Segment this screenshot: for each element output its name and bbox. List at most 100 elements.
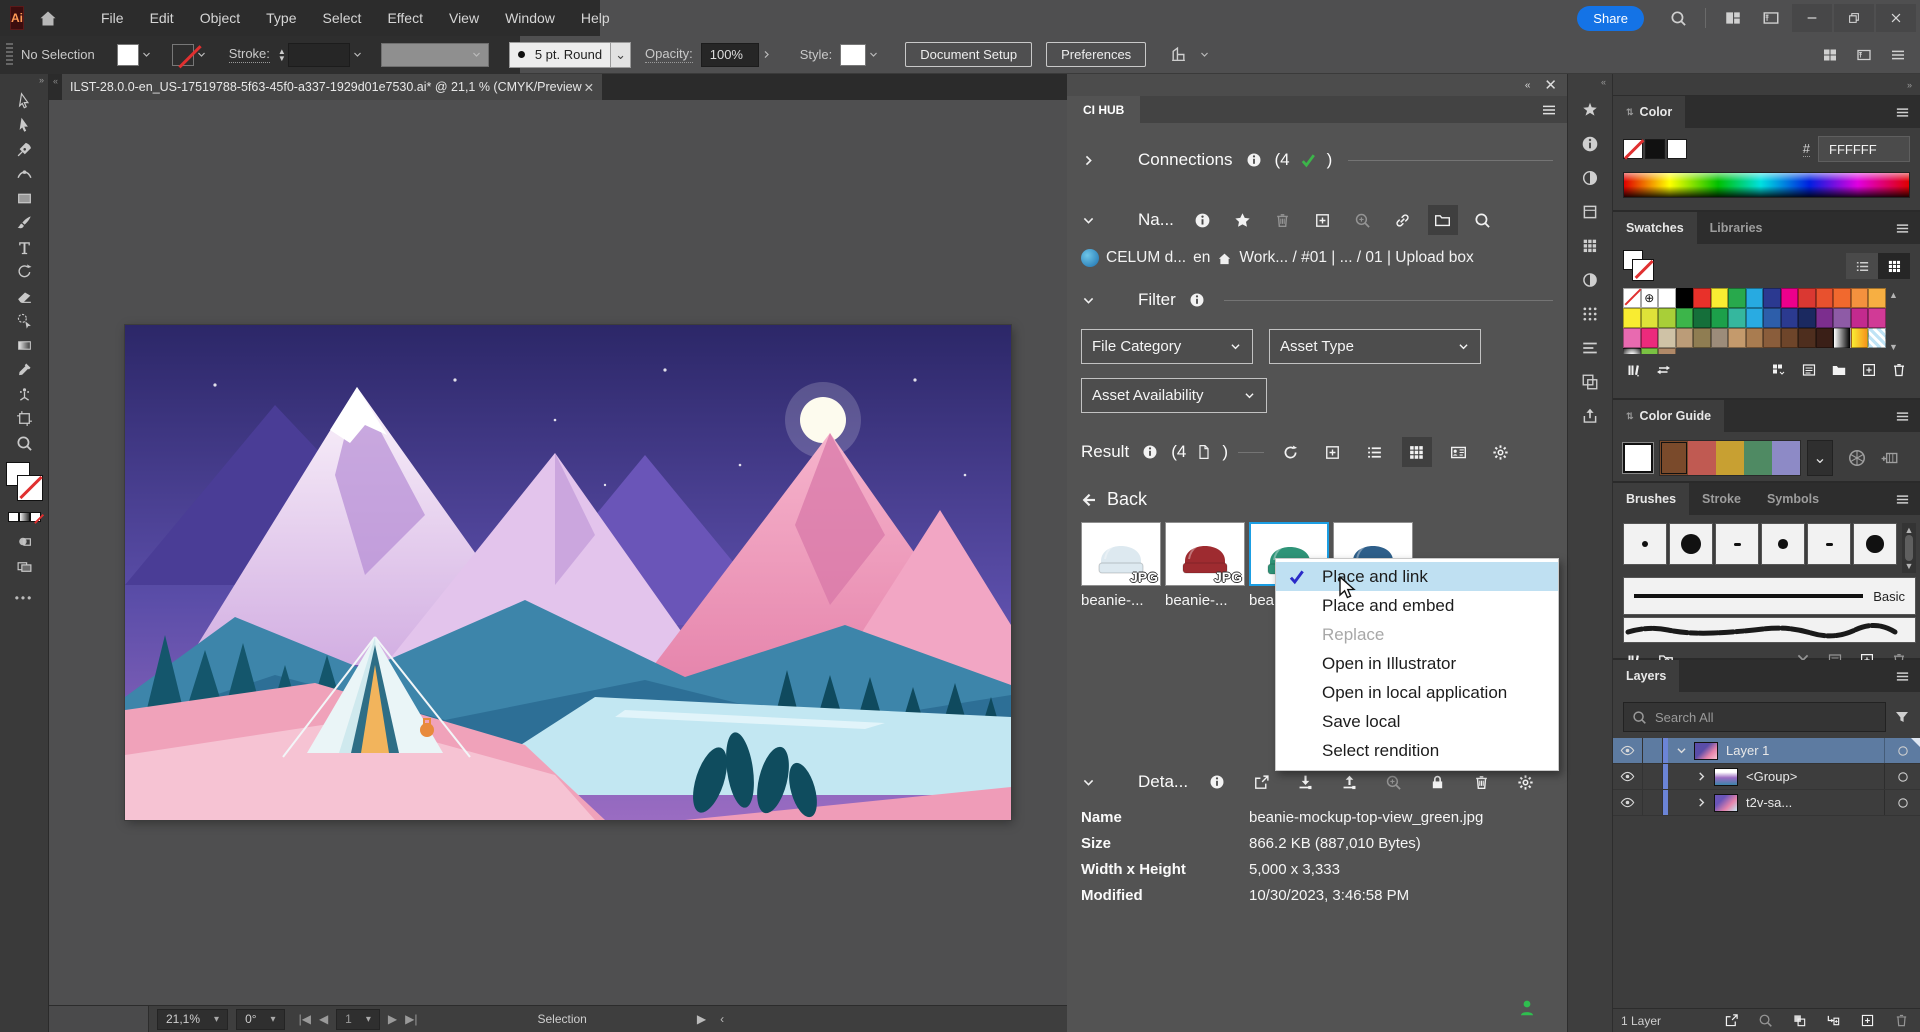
swatch[interactable] [1746, 308, 1764, 328]
filter-funnel-icon[interactable] [1894, 709, 1910, 725]
menu-object[interactable]: Object [187, 0, 253, 36]
menu-view[interactable]: View [436, 0, 492, 36]
selection-tool[interactable] [7, 88, 41, 113]
tab-brushes[interactable]: Brushes [1613, 483, 1689, 515]
swatch[interactable] [1833, 328, 1851, 348]
chevron-right-icon[interactable] [761, 49, 772, 60]
swatch[interactable] [1851, 288, 1869, 308]
magic-wand-tool[interactable] [7, 309, 41, 334]
black-swatch[interactable] [1645, 139, 1665, 159]
swatch[interactable] [1781, 308, 1799, 328]
tab-overflow-icon[interactable]: « [49, 74, 62, 100]
search-icon[interactable] [1670, 10, 1687, 27]
menu-effect[interactable]: Effect [374, 0, 436, 36]
canvas[interactable] [49, 100, 1067, 1005]
swatch[interactable] [1763, 328, 1781, 348]
status-tool-label[interactable]: Selection [537, 1012, 586, 1026]
rectangle-tool[interactable] [7, 186, 41, 211]
chevron-down-icon[interactable] [1668, 744, 1694, 757]
lock-column[interactable] [1643, 790, 1663, 815]
home-icon[interactable] [1217, 251, 1232, 266]
gradient-button[interactable] [19, 512, 30, 522]
artboard-number-dropdown[interactable]: 1 ▾ [336, 1009, 380, 1030]
swatch[interactable] [1816, 328, 1834, 348]
search-icon[interactable] [1468, 205, 1498, 235]
harmony-colors[interactable] [1659, 440, 1801, 476]
swatch[interactable] [1781, 288, 1799, 308]
contrast-icon[interactable] [1573, 263, 1607, 297]
new-layer-icon[interactable] [1856, 1011, 1878, 1031]
add-to-swatches-icon[interactable] [1881, 449, 1899, 467]
swatch[interactable] [1746, 328, 1764, 348]
panel-grip[interactable] [6, 43, 13, 67]
restore-button[interactable] [1834, 4, 1874, 32]
back-button[interactable]: Back [1081, 489, 1553, 510]
zoom-level-dropdown[interactable]: 21,1% ▾ [157, 1009, 228, 1030]
arrange-documents-icon[interactable] [1822, 47, 1838, 63]
workspace-panel-icon[interactable] [1762, 9, 1780, 27]
pattern-dots-icon[interactable] [1573, 297, 1607, 331]
export-icon[interactable] [1573, 399, 1607, 433]
list-view-icon[interactable] [1360, 437, 1390, 467]
edit-toolbar-icon[interactable]: ••• [15, 591, 34, 605]
chevron-down-icon[interactable] [1081, 293, 1096, 308]
context-menu-item-save-local[interactable]: Save local [1276, 707, 1558, 736]
fill-color-swatch[interactable] [117, 44, 139, 66]
tab-libraries[interactable]: Libraries [1697, 212, 1776, 244]
artboards-icon[interactable] [1573, 365, 1607, 399]
symbol-sprayer-tool[interactable] [7, 382, 41, 407]
trash-icon[interactable] [1268, 205, 1298, 235]
stroke-color-swatch[interactable] [172, 44, 194, 66]
layer-row[interactable]: Layer 1 [1613, 738, 1920, 764]
swatch[interactable] [1658, 288, 1676, 308]
swatch[interactable] [1693, 308, 1711, 328]
align-lines-icon[interactable] [1573, 331, 1607, 365]
none-button[interactable] [30, 512, 41, 522]
dock-collapse-icon[interactable]: » [1613, 74, 1920, 96]
swatch[interactable] [1623, 288, 1641, 308]
swatch[interactable] [1711, 288, 1729, 308]
swatch[interactable] [1833, 288, 1851, 308]
close-tab-icon[interactable]: ✕ [584, 80, 594, 95]
menu-window[interactable]: Window [492, 0, 568, 36]
collect-export-icon[interactable] [1720, 1011, 1742, 1031]
rotate-tool[interactable] [7, 260, 41, 285]
new-sublayer-icon[interactable] [1822, 1011, 1844, 1031]
swatch[interactable] [1728, 288, 1746, 308]
swatch[interactable] [1868, 328, 1886, 348]
target-circle-icon[interactable] [1884, 764, 1920, 789]
layer-name[interactable]: Layer 1 [1726, 743, 1884, 758]
swatch[interactable] [1728, 328, 1746, 348]
artboard[interactable] [125, 325, 1011, 820]
info-icon[interactable] [1573, 127, 1607, 161]
chevron-down-icon[interactable] [1081, 213, 1096, 228]
swatch[interactable] [1816, 288, 1834, 308]
screen-mode-icon[interactable] [7, 554, 41, 579]
menu-file[interactable]: File [88, 0, 137, 36]
fill-stroke-control[interactable] [6, 462, 42, 506]
layer-thumbnail[interactable] [1714, 768, 1738, 786]
harmony-color-swatch[interactable] [1688, 441, 1716, 475]
swatch[interactable]: ⊕ [1641, 288, 1659, 308]
visibility-eye-icon[interactable] [1613, 790, 1643, 815]
artboard-tool[interactable] [7, 407, 41, 432]
tab-symbols[interactable]: Symbols [1754, 483, 1832, 515]
layer-name[interactable]: <Group> [1746, 769, 1884, 784]
swatch[interactable] [1833, 308, 1851, 328]
swatch[interactable] [1851, 308, 1869, 328]
basic-brush-row[interactable]: Basic [1623, 577, 1916, 615]
brush-preset[interactable] [1623, 523, 1667, 565]
visibility-eye-icon[interactable] [1613, 764, 1643, 789]
new-color-group-icon[interactable] [1826, 359, 1852, 381]
zoom-in-icon[interactable] [1378, 767, 1408, 797]
list-view-button[interactable] [1846, 253, 1878, 279]
hex-input[interactable]: FFFFFF [1818, 136, 1910, 162]
chevron-down-icon[interactable] [1081, 775, 1096, 790]
close-button[interactable] [1876, 4, 1916, 32]
collapse-panel-icon[interactable]: « [1525, 80, 1531, 91]
context-menu-item-open-in-illustrator[interactable]: Open in Illustrator [1276, 649, 1558, 678]
draw-mode-icon[interactable] [7, 530, 41, 555]
info-icon[interactable] [1139, 437, 1161, 467]
adjust-icon[interactable] [1573, 161, 1607, 195]
opacity-field[interactable]: 100% [701, 43, 759, 67]
